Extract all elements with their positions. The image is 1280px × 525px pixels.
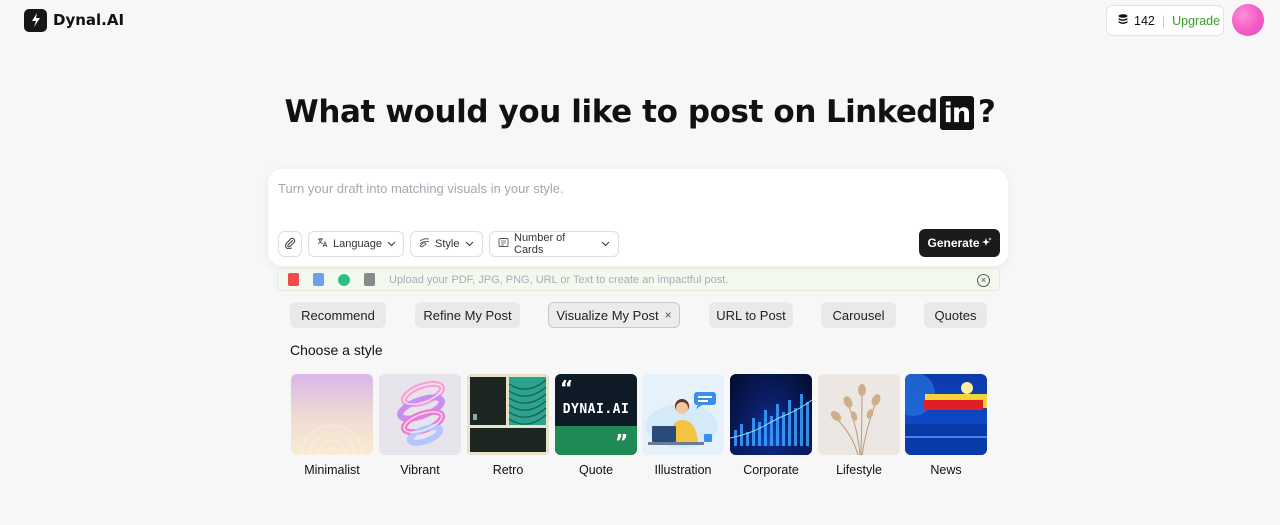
translate-icon	[317, 237, 328, 251]
style-thumb-minimalist	[291, 374, 373, 455]
style-card-corporate[interactable]: Corporate	[730, 374, 812, 477]
dynal-logo-icon	[24, 8, 47, 32]
mode-chip-carousel[interactable]: Carousel	[821, 302, 896, 328]
language-label: Language	[333, 238, 382, 250]
upload-strip[interactable]: Upload your PDF, JPG, PNG, URL or Text t…	[277, 268, 1000, 291]
style-thumb-lifestyle	[818, 374, 900, 455]
mode-chip-label: Refine My Post	[423, 307, 512, 323]
mode-chip-label: Carousel	[832, 307, 885, 323]
mode-chip-recommend[interactable]: Recommend	[290, 302, 386, 328]
mode-chip-label: URL to Post	[716, 307, 786, 323]
style-thumb-news	[905, 374, 987, 455]
credits-count: 142	[1134, 13, 1155, 28]
chevron-down-icon	[387, 241, 396, 247]
style-thumb-vibrant	[379, 374, 461, 455]
cards-icon	[498, 237, 509, 251]
mode-chip-label: Quotes	[934, 307, 977, 323]
style-label: Lifestyle	[836, 463, 882, 477]
style-card-quote[interactable]: “ ” DYNAI.AI Quote	[555, 374, 637, 477]
page-title: What would you like to post on Linked in…	[0, 90, 1280, 134]
linkedin-word: Linked	[826, 94, 938, 130]
style-label: Illustration	[654, 463, 712, 477]
close-icon[interactable]: ×	[665, 308, 672, 322]
brush-icon	[419, 237, 430, 251]
quote-thumb-text: DYNAI.AI	[562, 402, 630, 417]
chevron-down-icon	[601, 241, 610, 247]
svg-text:”: ”	[615, 430, 628, 454]
style-thumb-illustration	[642, 374, 724, 455]
mode-chip-visualize-my-post[interactable]: Visualize My Post ×	[548, 302, 680, 328]
style-card-retro[interactable]: Retro	[467, 374, 549, 477]
style-card-minimalist[interactable]: Minimalist	[291, 374, 373, 477]
attach-button[interactable]	[278, 231, 302, 257]
draft-input[interactable]	[278, 181, 978, 221]
upload-hint: Upload your PDF, JPG, PNG, URL or Text t…	[389, 273, 729, 286]
credits-separator: |	[1161, 13, 1166, 28]
headline-text: What would you like to post on	[284, 94, 817, 130]
style-label: Style	[435, 238, 460, 250]
style-label: Vibrant	[400, 463, 440, 477]
mode-chip-refine-my-post[interactable]: Refine My Post	[415, 302, 520, 328]
style-label: Retro	[492, 463, 524, 477]
sparkle-icon	[981, 236, 992, 250]
style-label: Corporate	[743, 463, 799, 477]
upgrade-link[interactable]: Upgrade	[1172, 14, 1220, 28]
style-dropdown[interactable]: Style	[410, 231, 483, 257]
headline-qmark: ?	[977, 94, 996, 130]
text-icon	[364, 273, 375, 286]
generate-label: Generate	[927, 236, 980, 250]
link-icon	[338, 273, 350, 286]
chevron-down-icon	[465, 241, 474, 247]
mode-chip-quotes[interactable]: Quotes	[924, 302, 987, 328]
brand-name: Dynal.AI	[53, 11, 125, 29]
brand-logo-link[interactable]: Dynal.AI	[24, 8, 124, 32]
number-of-cards-dropdown[interactable]: Number of Cards	[489, 231, 619, 257]
style-card-lifestyle[interactable]: Lifestyle	[818, 374, 900, 477]
avatar[interactable]	[1232, 4, 1264, 36]
credits-badge[interactable]: 142 | Upgrade	[1106, 5, 1224, 36]
svg-text:“: “	[560, 376, 573, 400]
style-thumb-quote: “ ” DYNAI.AI	[555, 374, 637, 455]
cards-label: Number of Cards	[514, 232, 566, 256]
style-card-vibrant[interactable]: Vibrant	[379, 374, 461, 477]
mode-chip-url-to-post[interactable]: URL to Post	[709, 302, 793, 328]
style-label: News	[930, 463, 962, 477]
style-thumb-retro	[467, 374, 549, 455]
language-dropdown[interactable]: Language	[308, 231, 404, 257]
image-icon	[313, 273, 324, 286]
generate-button[interactable]: Generate	[919, 229, 1000, 257]
mode-chip-label: Recommend	[301, 307, 375, 323]
style-thumb-corporate	[730, 374, 812, 455]
post-composer: Language Style Number of Cards Generate	[268, 169, 1008, 266]
pdf-icon	[288, 273, 299, 286]
style-card-news[interactable]: News	[905, 374, 987, 477]
mode-chip-label: Visualize My Post	[556, 307, 659, 323]
section-title: Choose a style	[290, 342, 383, 358]
style-card-illustration[interactable]: Illustration	[642, 374, 724, 477]
close-icon[interactable]: ×	[977, 274, 990, 287]
style-label: Quote	[578, 463, 614, 477]
coins-stack-icon	[1117, 13, 1129, 28]
paperclip-icon	[284, 237, 296, 252]
linkedin-in-box: in	[939, 96, 974, 130]
style-label: Minimalist	[304, 463, 360, 477]
